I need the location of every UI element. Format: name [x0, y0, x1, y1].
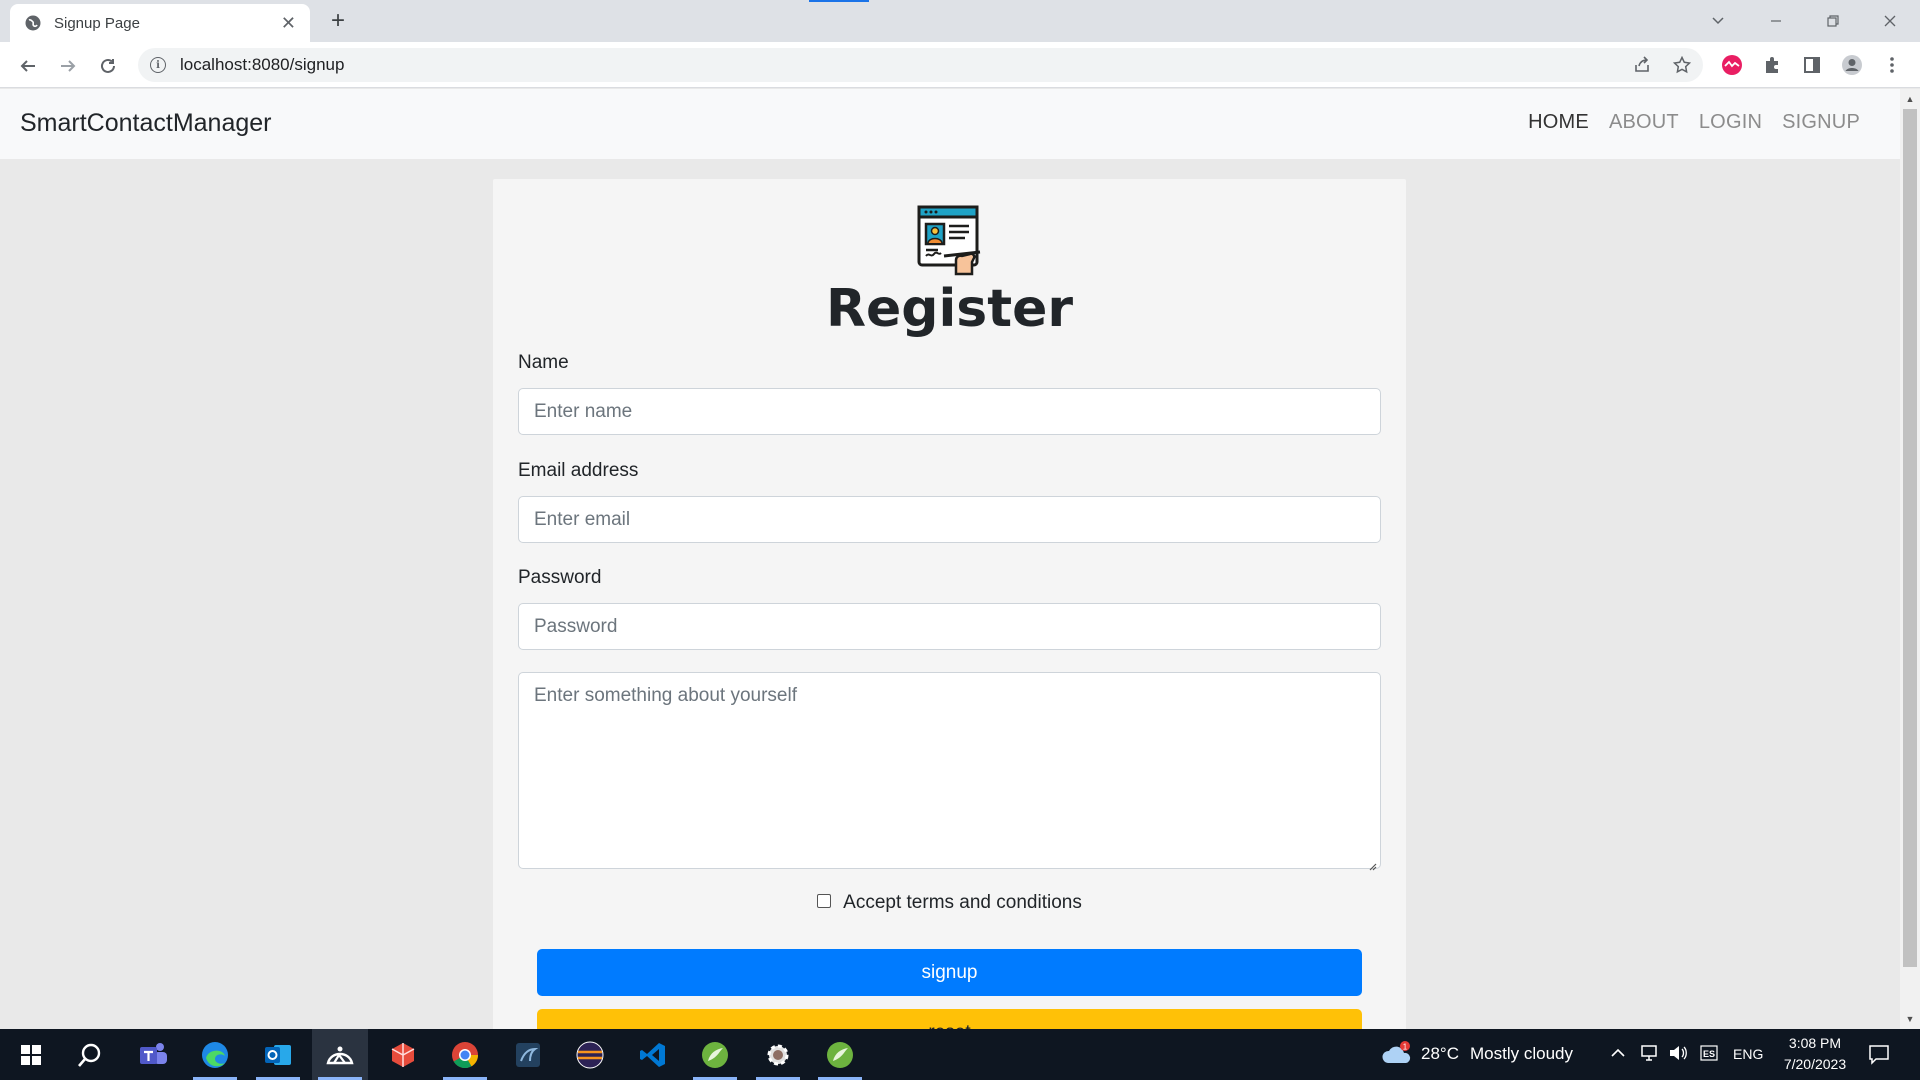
name-label: Name — [518, 352, 569, 373]
svg-text:ES: ES — [1703, 1049, 1715, 1059]
navbar-brand[interactable]: SmartContactManager — [20, 109, 272, 138]
tab-search-icon[interactable] — [1690, 0, 1746, 42]
bookmark-star-icon[interactable] — [1668, 51, 1696, 79]
globe-icon — [24, 14, 42, 32]
window-close-icon[interactable] — [1862, 0, 1918, 42]
profile-avatar-icon[interactable] — [1838, 51, 1866, 79]
name-placeholder: Enter name — [534, 400, 633, 422]
nav-links: HOME ABOUT LOGIN SIGNUP — [1518, 111, 1870, 134]
tray-chevron-icon[interactable] — [1610, 1045, 1626, 1066]
terms-row: Accept terms and conditions — [493, 892, 1406, 914]
office-icon[interactable] — [375, 1029, 431, 1080]
chrome-icon[interactable] — [437, 1029, 493, 1080]
back-icon[interactable] — [14, 52, 42, 80]
weather-icon[interactable]: 1 — [1380, 1041, 1414, 1067]
address-bar[interactable]: i localhost:8080/signup — [138, 48, 1703, 82]
weather-desc[interactable]: Mostly cloudy — [1470, 1044, 1573, 1064]
mysql-icon[interactable] — [500, 1029, 556, 1080]
extensions-puzzle-icon[interactable] — [1758, 51, 1786, 79]
side-panel-icon[interactable] — [1798, 51, 1826, 79]
resize-grip-icon[interactable] — [1367, 855, 1377, 871]
new-tab-button[interactable]: + — [326, 8, 350, 34]
search-icon[interactable] — [62, 1029, 118, 1080]
forward-icon[interactable] — [54, 52, 82, 80]
password-input[interactable]: Password — [518, 603, 1381, 650]
register-heading: Register — [825, 279, 1074, 339]
reload-icon[interactable] — [94, 52, 122, 80]
password-label: Password — [518, 567, 602, 588]
browser-toolbar: i localhost:8080/signup — [0, 42, 1920, 88]
settings-icon[interactable] — [750, 1029, 806, 1080]
svg-text:1: 1 — [1403, 1043, 1408, 1052]
clock-date: 7/20/2023 — [1783, 1056, 1847, 1072]
email-input[interactable]: Enter email — [518, 496, 1381, 543]
extension-red-icon[interactable] — [1718, 51, 1746, 79]
weather-temp[interactable]: 28°C — [1421, 1044, 1459, 1064]
nav-link-signup[interactable]: SIGNUP — [1772, 111, 1870, 134]
scrollbar-thumb[interactable] — [1903, 109, 1917, 967]
vscode-icon[interactable] — [625, 1029, 681, 1080]
input-method-icon[interactable]: ES — [1700, 1044, 1718, 1067]
reset-button[interactable]: reset — [537, 1009, 1362, 1029]
browser-tab-strip: Signup Page ✕ + — [0, 0, 1920, 42]
name-input[interactable]: Enter name — [518, 388, 1381, 435]
nav-link-home[interactable]: HOME — [1518, 111, 1599, 134]
volume-icon[interactable] — [1668, 1044, 1688, 1067]
register-card: Register Name Enter name Email address E… — [493, 179, 1406, 1029]
edge-icon[interactable] — [187, 1029, 243, 1080]
share-icon[interactable] — [1628, 51, 1656, 79]
nav-link-login[interactable]: LOGIN — [1689, 111, 1772, 134]
clock-time: 3:08 PM — [1788, 1035, 1842, 1051]
tab-close-icon[interactable]: ✕ — [281, 13, 296, 34]
photos-icon[interactable] — [312, 1029, 368, 1080]
scroll-up-icon[interactable]: ▲ — [1904, 93, 1916, 105]
about-placeholder: Enter something about yourself — [534, 685, 797, 706]
scroll-down-icon[interactable]: ▼ — [1904, 1013, 1916, 1025]
browser-tab[interactable]: Signup Page ✕ — [10, 4, 310, 42]
site-navbar: SmartContactManager HOME ABOUT LOGIN SIG… — [0, 89, 1900, 159]
page-scrollbar[interactable]: ▲ ▼ — [1900, 89, 1920, 1029]
start-icon[interactable] — [3, 1029, 59, 1080]
taskbar-clock[interactable]: 3:08 PM 7/20/2023 — [1760, 1033, 1870, 1075]
page-viewport: SmartContactManager HOME ABOUT LOGIN SIG… — [0, 89, 1900, 1029]
email-placeholder: Enter email — [534, 508, 631, 530]
nav-link-about[interactable]: ABOUT — [1599, 111, 1689, 134]
eclipse-icon[interactable] — [562, 1029, 618, 1080]
terms-checkbox[interactable] — [817, 894, 832, 908]
spring-icon[interactable] — [687, 1029, 743, 1080]
password-placeholder: Password — [534, 615, 618, 637]
language-indicator[interactable]: ENG — [1733, 1046, 1763, 1062]
browser-menu-icon[interactable] — [1878, 51, 1906, 79]
notification-center-icon[interactable] — [1868, 1043, 1890, 1070]
minimize-icon[interactable] — [1748, 0, 1804, 42]
about-textarea[interactable]: Enter something about yourself — [518, 672, 1381, 871]
tab-drag-indicator — [809, 0, 869, 2]
windows-taskbar: 1 28°C Mostly cloudy ES ENG 3:08 PM 7/20… — [0, 1029, 1920, 1080]
restore-icon[interactable] — [1805, 0, 1861, 42]
network-icon[interactable] — [1640, 1044, 1660, 1067]
email-label: Email address — [518, 460, 639, 481]
spring-tool-icon[interactable] — [812, 1029, 868, 1080]
outlook-icon[interactable] — [250, 1029, 306, 1080]
tab-title: Signup Page — [54, 14, 140, 32]
teams-icon[interactable] — [125, 1029, 181, 1080]
site-info-icon[interactable]: i — [150, 57, 166, 73]
terms-label[interactable]: Accept terms and conditions — [843, 892, 1082, 914]
register-logo-icon — [916, 204, 984, 276]
url-text: localhost:8080/signup — [180, 55, 345, 74]
signup-button[interactable]: signup — [537, 949, 1362, 996]
